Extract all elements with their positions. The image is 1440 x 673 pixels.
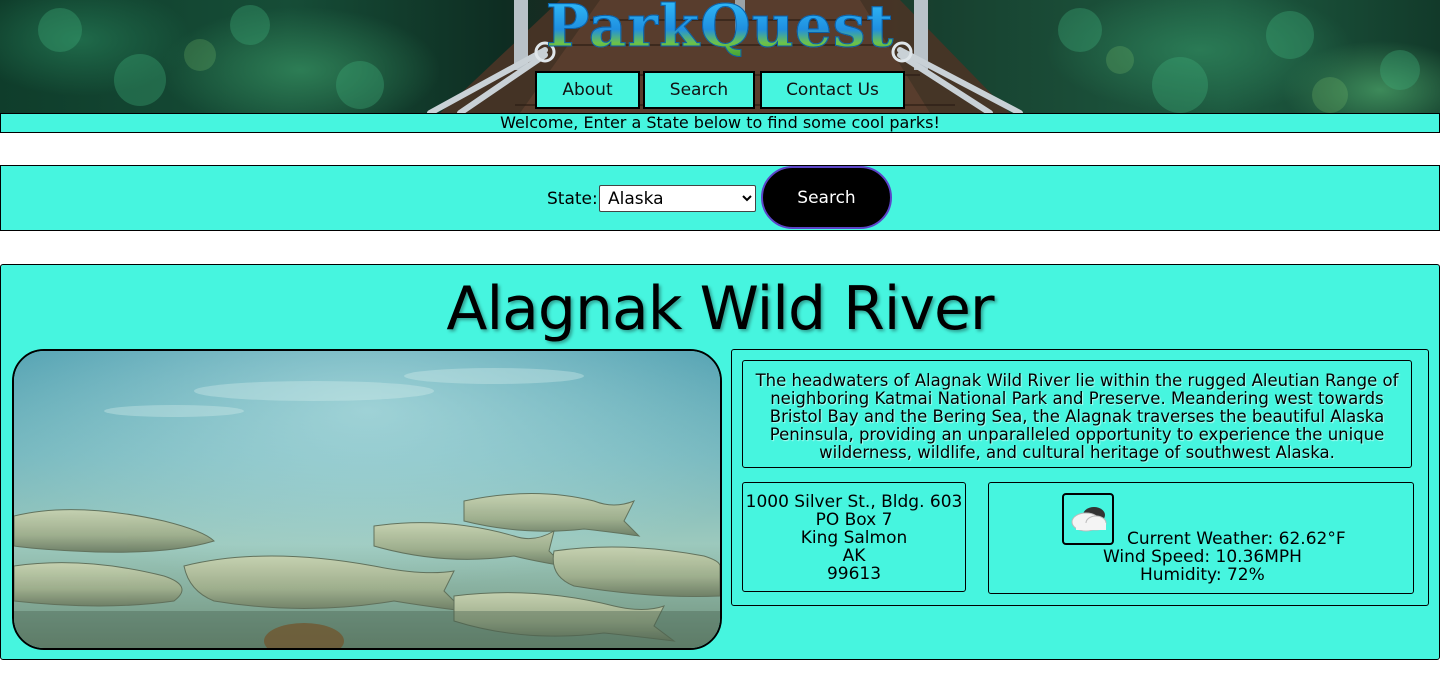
address-zip: 99613	[826, 564, 882, 584]
site-logo[interactable]: ParkQuest	[0, 0, 1440, 61]
underwater-salmon-image	[14, 351, 720, 648]
weather-panel: Current Weather: 62.62°F Wind Speed: 10.…	[988, 482, 1414, 594]
park-info-panel: The headwaters of Alagnak Wild River lie…	[731, 349, 1429, 606]
address-state: AK	[842, 546, 866, 566]
nav-about-button[interactable]: About	[535, 71, 640, 109]
state-label: State:	[547, 189, 598, 209]
wind-speed: Wind Speed: 10.36MPH	[1103, 547, 1302, 567]
nav-search-button[interactable]: Search	[643, 71, 755, 109]
partly-cloudy-icon	[1062, 493, 1114, 545]
welcome-banner: Welcome, Enter a State below to find som…	[0, 113, 1440, 133]
main-nav: About Search Contact Us	[0, 71, 1440, 113]
search-button[interactable]: Search	[761, 166, 892, 229]
park-card: Alagnak Wild River The headwaters of Ala…	[0, 264, 1440, 660]
address-line2: PO Box 7	[815, 510, 893, 530]
current-weather: Current Weather: 62.62°F	[1127, 529, 1346, 549]
park-photo	[12, 349, 722, 650]
nav-contact-button[interactable]: Contact Us	[760, 71, 905, 109]
humidity: Humidity: 72%	[1140, 565, 1265, 585]
state-select[interactable]: Alaska	[599, 185, 756, 212]
address-line1: 1000 Silver St., Bldg. 603	[745, 492, 963, 512]
park-description: The headwaters of Alagnak Wild River lie…	[742, 360, 1412, 468]
header-banner: ParkQuest About Search Contact Us	[0, 0, 1440, 113]
park-address: 1000 Silver St., Bldg. 603 PO Box 7 King…	[742, 482, 966, 592]
address-city: King Salmon	[800, 528, 908, 548]
park-title: Alagnak Wild River	[446, 274, 994, 344]
